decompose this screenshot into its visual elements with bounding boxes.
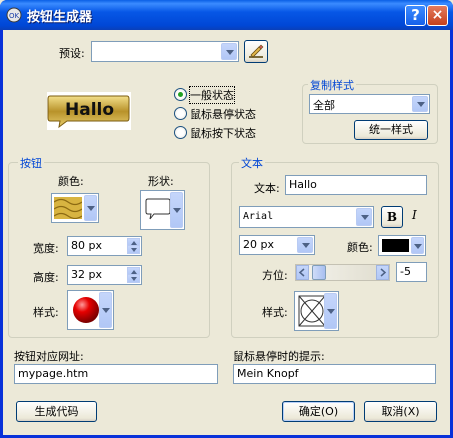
text-label: 文本: — [254, 182, 280, 195]
chevron-down-icon[interactable] — [84, 195, 97, 221]
window-title: 按钮生成器 — [27, 10, 93, 25]
ok-button[interactable]: 确定(O) — [282, 401, 355, 422]
red-ball-icon — [73, 297, 99, 323]
state-hover-radio[interactable] — [174, 107, 187, 120]
chevron-down-icon[interactable] — [412, 96, 428, 112]
chevron-down-icon[interactable] — [411, 237, 424, 254]
button-shape-label: 形状: — [148, 175, 174, 188]
url-input[interactable]: mypage.htm — [14, 364, 218, 384]
chevron-down-icon[interactable] — [356, 208, 372, 226]
preset-select[interactable] — [91, 41, 239, 62]
color-swatch — [382, 239, 409, 252]
font-select[interactable]: Arial — [239, 206, 374, 228]
button-color-picker[interactable] — [51, 193, 99, 223]
text-color-picker[interactable] — [378, 235, 426, 256]
text-style-picker[interactable] — [294, 291, 339, 331]
chevron-left-icon[interactable] — [296, 265, 309, 280]
width-value: 80 px — [71, 239, 102, 252]
chevron-down-icon[interactable] — [99, 292, 112, 328]
url-label: 按钮对应网址: — [14, 350, 84, 363]
svg-text:OK: OK — [9, 12, 20, 20]
chevron-right-icon[interactable] — [376, 265, 389, 280]
state-normal-radio[interactable] — [174, 88, 187, 101]
button-shape-picker[interactable] — [140, 190, 185, 230]
tooltip-label: 鼠标悬停时的提示: — [233, 350, 325, 363]
help-button[interactable]: ? — [405, 5, 426, 26]
bold-button[interactable]: B — [381, 206, 403, 228]
edit-pencil-icon — [249, 44, 264, 58]
copy-style-title: 复制样式 — [308, 77, 356, 93]
position-label: 方位: — [262, 269, 288, 282]
copy-style-value: 全部 — [313, 99, 335, 112]
dialog-window: OK 按钮生成器 ? × 预设: Hallo 一般状态 鼠标悬停状态 鼠标按下状… — [0, 0, 453, 438]
tooltip-input[interactable]: Mein Knopf — [233, 364, 436, 384]
button-preview: Hallo — [47, 92, 131, 130]
slider-thumb[interactable] — [312, 265, 326, 280]
font-size-select[interactable]: 20 px — [239, 235, 315, 255]
width-input[interactable]: 80 px — [67, 236, 142, 256]
button-style-picker[interactable] — [67, 290, 114, 330]
position-input[interactable]: -5 — [396, 262, 427, 282]
state-pressed-label[interactable]: 鼠标按下状态 — [190, 125, 256, 141]
chevron-down-icon[interactable] — [324, 293, 337, 329]
width-down-icon[interactable] — [127, 245, 140, 254]
height-input[interactable]: 32 px — [67, 265, 142, 285]
copy-style-select[interactable]: 全部 — [309, 94, 430, 114]
chevron-down-icon[interactable] — [297, 237, 313, 253]
unify-style-button[interactable]: 统一样式 — [354, 120, 428, 140]
text-style-label: 样式: — [262, 306, 288, 319]
button-color-label: 颜色: — [58, 175, 84, 188]
state-hover-label[interactable]: 鼠标悬停状态 — [190, 106, 256, 122]
button-group-title: 按钮 — [18, 155, 44, 171]
position-slider[interactable] — [295, 264, 390, 281]
chevron-down-icon[interactable] — [170, 192, 183, 228]
italic-button[interactable]: I — [412, 208, 417, 222]
height-label: 高度: — [33, 271, 59, 284]
title-bar: OK 按钮生成器 ? × — [0, 0, 453, 30]
app-icon: OK — [6, 7, 22, 23]
preset-label: 预设: — [59, 47, 85, 60]
text-group-title: 文本 — [239, 155, 265, 171]
gold-texture-icon — [54, 197, 82, 219]
font-size-value: 20 px — [243, 238, 274, 251]
text-color-label: 颜色: — [347, 241, 373, 254]
font-value: Arial — [243, 211, 274, 222]
text-input[interactable]: Hallo — [285, 175, 427, 195]
height-value: 32 px — [71, 268, 102, 281]
chevron-down-icon[interactable] — [221, 43, 237, 60]
state-normal-label[interactable]: 一般状态 — [189, 86, 235, 104]
height-down-icon[interactable] — [127, 274, 140, 283]
edit-preset-button[interactable] — [244, 40, 268, 63]
close-button[interactable]: × — [427, 5, 448, 26]
no-style-icon — [298, 295, 326, 327]
width-label: 宽度: — [33, 242, 59, 255]
dialog-body: 预设: Hallo 一般状态 鼠标悬停状态 鼠标按下状态 复制样式 全部 统一样… — [3, 30, 450, 435]
generate-code-button[interactable]: 生成代码 — [16, 401, 97, 422]
preview-text: Hallo — [65, 100, 115, 120]
button-style-label: 样式: — [33, 306, 59, 319]
speech-bubble-icon — [145, 198, 171, 220]
state-pressed-radio[interactable] — [174, 126, 187, 139]
cancel-button[interactable]: 取消(X) — [364, 401, 437, 422]
